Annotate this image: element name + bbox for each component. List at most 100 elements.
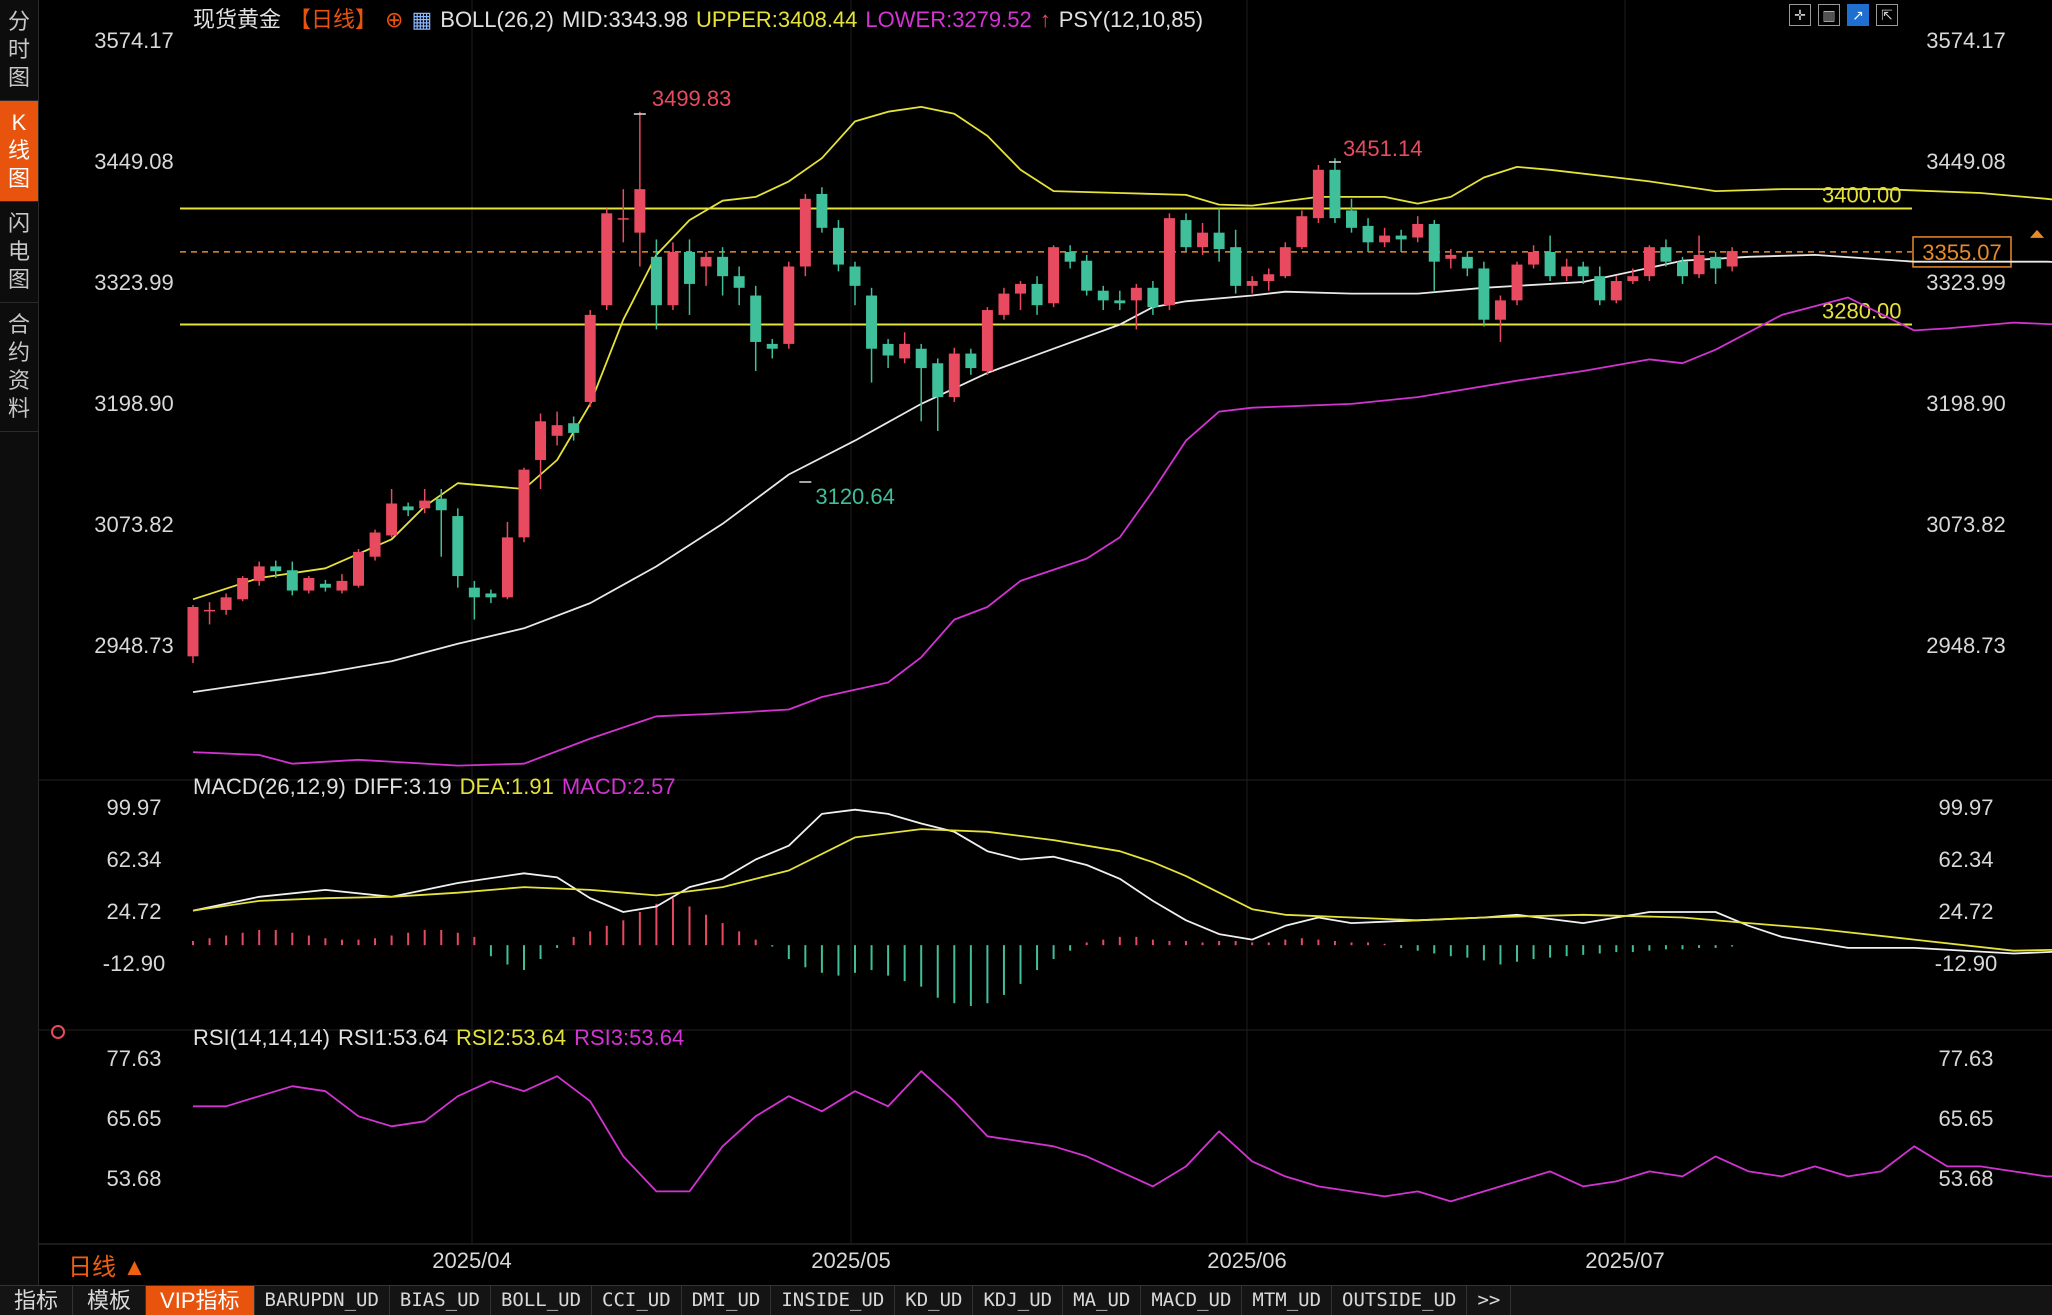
indicator-tab-0[interactable]: 指标 [0,1286,74,1315]
candle-body [1180,220,1192,248]
macd-tick-right: 62.34 [1938,847,1993,872]
candle-body [1246,281,1258,286]
rsi2-value: RSI2:53.64 [456,1025,566,1050]
indicator-tab-5[interactable]: BOLL_UD [491,1286,593,1315]
crosshair-icon[interactable]: ✛ [1789,4,1811,26]
candle-body [386,503,398,536]
candle-body [849,266,861,286]
indicator-tab-7[interactable]: DMI_UD [682,1286,772,1315]
candle-body [584,314,596,402]
candle [1693,235,1705,279]
recent-high-annotation: 3451.14 [1343,136,1423,161]
candle-body [1130,287,1142,301]
candle-body [1528,252,1540,265]
candle-body [1693,254,1705,275]
candle-body [1362,225,1374,243]
sidebar-tab-0[interactable]: 分时图 [0,0,38,101]
indicator-tab-13[interactable]: MTM_UD [1242,1286,1333,1315]
candle-body [501,537,513,598]
period-label: 【日线】 [289,7,377,32]
candle [1346,198,1357,233]
indicator-tab-9[interactable]: KD_UD [895,1286,974,1315]
candle [319,579,331,592]
rsi-tick-left: 77.63 [106,1046,161,1071]
candle [1279,242,1291,279]
candle [766,339,778,359]
chart-type-icon[interactable]: ▥ [1818,4,1840,26]
drawing-tools-icon[interactable]: ↗ [1847,4,1869,26]
indicator-tab-3[interactable]: BARUPDN_UD [255,1286,390,1315]
candle [1544,235,1556,282]
candle [915,343,927,422]
candle-body [965,353,977,369]
candle-body [684,252,695,284]
sidebar-tab-1[interactable]: K线图 [0,101,38,202]
indicator-tab-1[interactable]: 模板 [73,1286,147,1315]
candle [1710,252,1722,284]
indicator-tab-6[interactable]: CCI_UD [592,1286,682,1315]
price-tick-right: 3198.90 [1926,391,2006,416]
instrument-name: 现货黄金 [193,7,281,32]
candle-body [1428,223,1440,262]
candle [717,247,729,296]
candle [187,605,199,664]
candle [336,574,348,594]
candle-body [866,295,878,349]
candle [369,529,381,561]
candle-body [717,256,729,277]
candle-body [1197,232,1209,248]
macd-name: MACD(26,12,9) [193,774,346,799]
macd-tick-left: 62.34 [106,847,161,872]
price-tick-left: 2948.73 [94,633,174,658]
price-tick-left: 3073.82 [94,512,174,537]
indicator-tab-8[interactable]: INSIDE_UD [771,1286,896,1315]
candle-body [452,516,464,577]
candle-body [915,348,927,369]
candle-body [1511,264,1523,301]
candle-body [303,577,315,591]
candle-body [535,421,547,460]
sidebar-tab-2[interactable]: 闪电图 [0,202,38,303]
sidebar-tab-3[interactable]: 合约资料 [0,303,38,432]
fullscreen-icon[interactable]: ⇱ [1876,4,1898,26]
boll-upper-value: UPPER:3408.44 [696,7,857,32]
candle-body [319,583,331,588]
indicator-tab-10[interactable]: KDJ_UD [973,1286,1064,1315]
indicator-tab-14[interactable]: OUTSIDE_UD [1332,1286,1468,1315]
candle-body [700,256,712,267]
candle [1213,208,1225,262]
candle-body [1163,218,1175,306]
candle-body [1346,210,1357,228]
candle [1064,245,1076,269]
indicator-tab-11[interactable]: MA_UD [1063,1286,1142,1315]
candle [1230,229,1242,294]
candle-body [1677,261,1688,277]
price-tick-right: 3323.99 [1926,270,2006,295]
indicator-tab-15[interactable]: >> [1467,1286,1512,1315]
candle-body [617,218,629,220]
candle [1246,276,1258,294]
candle [584,310,596,407]
period-selector[interactable]: 日线 ▲ [68,1247,146,1282]
candle-body [783,266,795,344]
candle [965,348,977,375]
candle-body [402,506,414,511]
boll-label: BOLL(26,2) [440,7,554,32]
candle [237,576,249,602]
kline-chart[interactable]: 2025/04 2025/05 2025/06 2025/07 3574.17 3574.… [38,0,2052,1285]
candle [1081,254,1093,296]
candle [1048,245,1060,308]
candle-body [1312,169,1324,219]
indicator-tab-2[interactable]: VIP指标 [146,1286,255,1315]
candle [1412,216,1424,243]
candle [1528,245,1540,269]
x-tick-label: 2025/04 [432,1248,512,1273]
candle [948,347,960,402]
indicator-tab-4[interactable]: BIAS_UD [390,1286,491,1315]
candle-body [353,551,364,586]
price-tick-left: 3323.99 [94,270,174,295]
candle [882,339,894,369]
indicator-tab-12[interactable]: MACD_UD [1141,1286,1243,1315]
candle [601,208,613,311]
candle-body [1643,247,1655,277]
